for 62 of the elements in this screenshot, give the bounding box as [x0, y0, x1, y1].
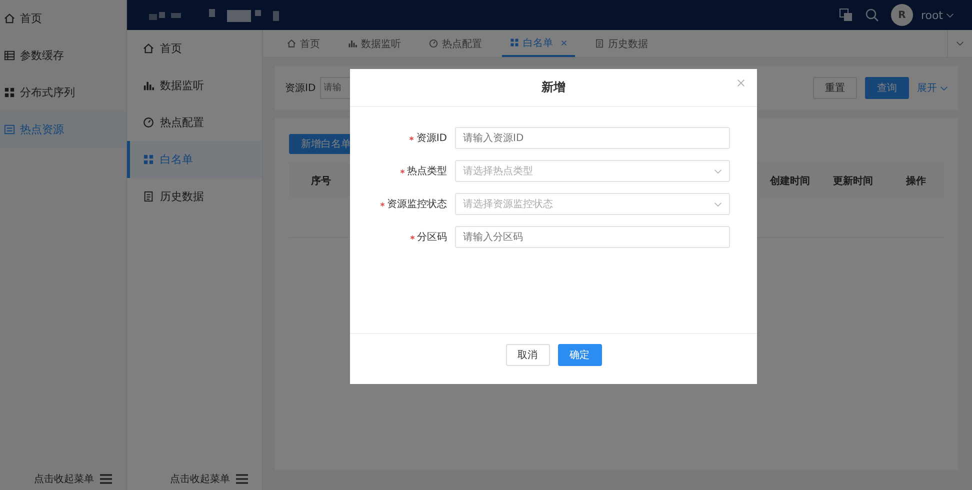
input-field[interactable]: 请输入资源ID	[455, 127, 730, 149]
bar-chart-icon	[143, 80, 154, 91]
reset-button[interactable]: 重置	[813, 77, 857, 99]
bar-chart-icon	[348, 39, 357, 48]
cancel-button[interactable]: 取消	[506, 344, 550, 366]
nav-item[interactable]: 热点配置	[127, 104, 262, 141]
home-icon	[143, 43, 154, 54]
table-icon	[4, 50, 15, 61]
nav-item[interactable]: 首页	[127, 30, 262, 67]
input-field[interactable]: 请输入分区码	[455, 226, 730, 248]
document-icon	[595, 39, 604, 48]
tab[interactable]: 首页	[279, 30, 328, 57]
field-label: 资源ID	[285, 82, 316, 95]
sidebar-item[interactable]: 参数缓存	[0, 37, 126, 74]
document-icon	[143, 191, 154, 202]
confirm-button[interactable]: 确定	[558, 344, 602, 366]
dialog-title: 新增	[542, 79, 566, 96]
collapse-menu-button[interactable]: 点击收起菜单	[0, 468, 126, 490]
chevron-down-icon	[714, 168, 722, 174]
field-label: 热点类型	[407, 164, 447, 178]
field-label: 分区码	[417, 231, 447, 244]
select-field[interactable]: 请选择资源监控状态	[455, 193, 730, 215]
close-icon[interactable]	[737, 79, 745, 87]
grid-icon	[510, 38, 519, 47]
tab[interactable]: 热点配置	[421, 30, 490, 57]
sidebar-item[interactable]: 首页	[0, 0, 126, 37]
home-icon	[4, 13, 15, 24]
query-button[interactable]: 查询	[865, 77, 909, 99]
chevron-down-icon	[946, 12, 954, 18]
sidebar-item[interactable]: 热点资源	[0, 111, 126, 148]
list-icon	[4, 124, 15, 135]
chevron-down-icon	[714, 202, 722, 206]
menu-icon	[236, 474, 248, 484]
column-header: 操作	[906, 174, 926, 188]
sidebar-item[interactable]: 分布式序列	[0, 74, 126, 111]
user-menu[interactable]: root	[920, 8, 954, 22]
field-label: 资源监控状态	[387, 198, 447, 211]
collapse-menu-button[interactable]: 点击收起菜单	[127, 468, 262, 490]
column-header: 创建时间	[770, 174, 810, 188]
tab[interactable]: 数据监听	[340, 30, 409, 57]
chevron-down-icon	[940, 86, 948, 90]
nav-item[interactable]: 历史数据	[127, 178, 262, 215]
gauge-icon	[143, 117, 154, 128]
column-header: 序号	[311, 174, 331, 188]
select-field[interactable]: 请选择热点类型	[455, 160, 730, 182]
home-icon	[287, 39, 296, 48]
grid-icon	[4, 87, 15, 98]
field-label: 资源ID	[416, 132, 447, 145]
nav-item[interactable]: 白名单	[127, 141, 262, 178]
tab[interactable]: 历史数据	[587, 30, 656, 57]
gauge-icon	[429, 39, 438, 48]
search-icon[interactable]	[864, 8, 879, 22]
chevron-down-icon	[956, 41, 964, 46]
translate-icon[interactable]	[838, 8, 853, 22]
menu-icon	[100, 474, 112, 484]
expand-link[interactable]: 展开	[917, 81, 948, 95]
user-avatar[interactable]: R	[890, 4, 913, 26]
close-icon[interactable]	[561, 40, 567, 46]
tab[interactable]: 白名单	[502, 30, 575, 57]
nav-item[interactable]: 数据监听	[127, 67, 262, 104]
grid-icon	[143, 154, 154, 165]
column-header: 更新时间	[833, 174, 873, 188]
